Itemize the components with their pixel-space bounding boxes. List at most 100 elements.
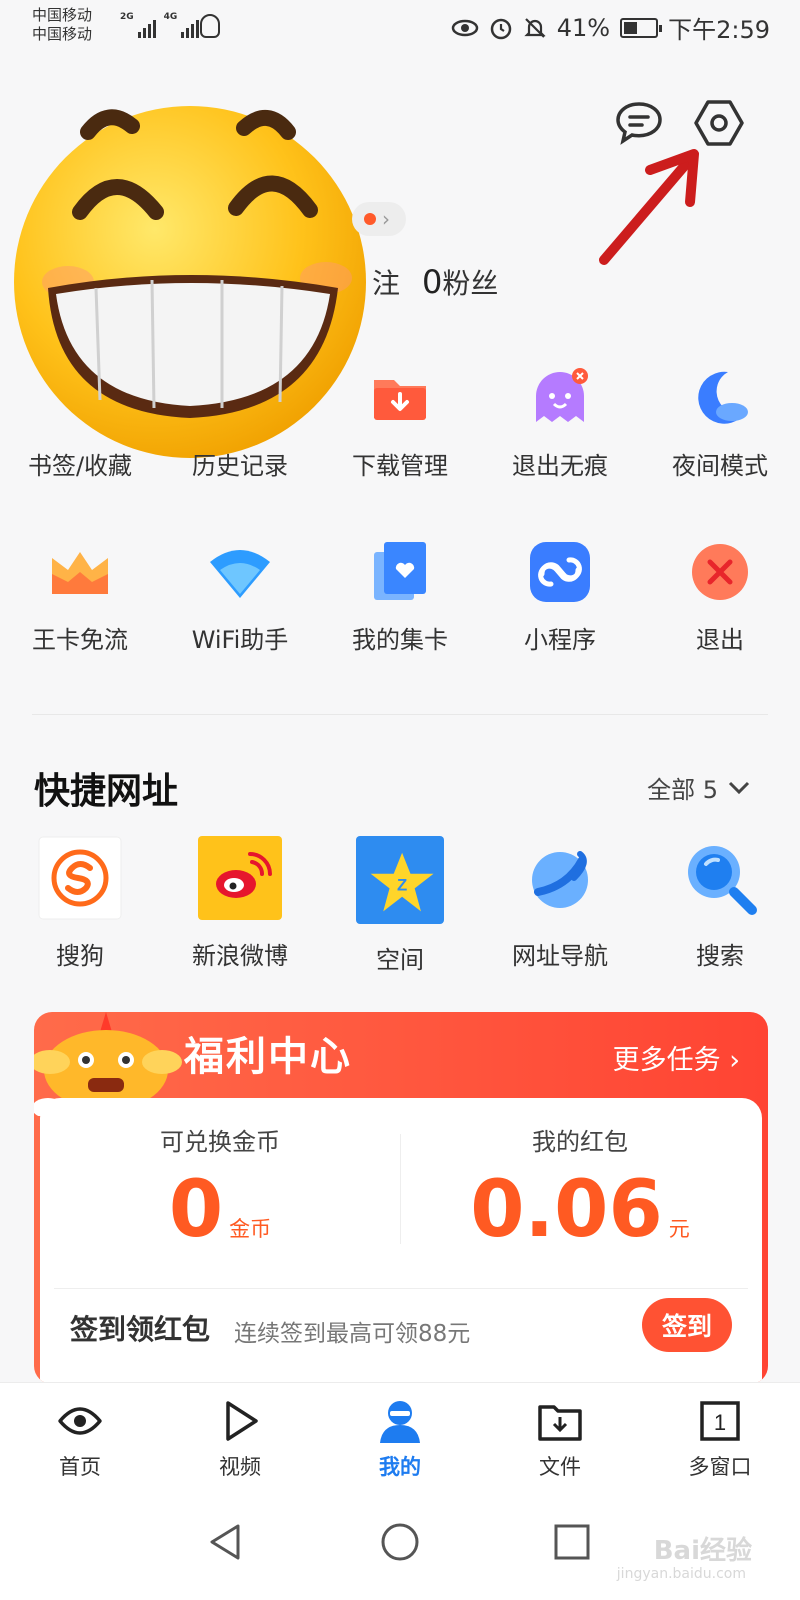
- following-label[interactable]: 注: [372, 262, 400, 302]
- red-packet-value: 0.06: [470, 1165, 663, 1255]
- tab-label: 首页: [59, 1455, 101, 1479]
- quick-links-title: 快捷网址: [34, 771, 179, 812]
- tab-windows[interactable]: 1 多窗口: [640, 1383, 800, 1492]
- tab-label: 文件: [539, 1455, 581, 1479]
- quick-link-label: 新浪微博: [192, 942, 288, 970]
- qq-icon: [200, 14, 220, 38]
- tab-home[interactable]: 首页: [0, 1383, 160, 1492]
- quick-link-nav[interactable]: 网址导航: [480, 836, 640, 975]
- coins-unit: 金币: [229, 1217, 272, 1241]
- quick-links-all-button[interactable]: 全部 5: [647, 770, 750, 805]
- bookmark-icon: [48, 366, 112, 430]
- coins-caption: 可兑换金币: [160, 1128, 280, 1156]
- followers-count: 0: [422, 263, 443, 301]
- grid-item-wifi[interactable]: WiFi助手: [160, 540, 320, 655]
- red-packet-unit: 元: [668, 1217, 690, 1241]
- tools-grid-row-2: 王卡免流 WiFi助手 我的集卡 小程序 退出: [0, 540, 800, 655]
- profile-detail-button[interactable]: ›: [352, 202, 406, 236]
- quick-link-label: 搜索: [696, 942, 744, 970]
- quick-link-sogou[interactable]: 搜狗: [0, 836, 160, 975]
- signal-icon: 2G 4G: [120, 12, 200, 38]
- quick-link-label: 网址导航: [512, 942, 608, 970]
- file-download-icon: [538, 1405, 582, 1441]
- carrier-labels: 中国移动 中国移动: [32, 6, 92, 44]
- grid-item-history[interactable]: 历史记录: [160, 366, 320, 481]
- grid-item-bookmarks[interactable]: 书签/收藏: [0, 366, 160, 481]
- carrier-1: 中国移动: [32, 6, 93, 24]
- search-icon: [688, 846, 757, 915]
- watermark-logo: Bai经验: [653, 1536, 752, 1566]
- welfare-panel: 可兑换金币 0 金币 我的红包 0.06 元 签到领红包 连续签到最高可领88元 签…: [40, 1098, 762, 1384]
- tab-files[interactable]: 文件: [480, 1383, 640, 1492]
- status-right: 41% 下午2:59: [451, 10, 770, 45]
- chevron-right-icon: ›: [382, 207, 390, 231]
- download-folder-icon: [374, 380, 426, 420]
- watermark-url: jingyan.baidu.com: [616, 1566, 746, 1582]
- windows-icon: 1: [700, 1401, 740, 1441]
- sign-in-title: 签到领红包: [70, 1313, 211, 1346]
- quick-link-label: 空间: [376, 946, 424, 974]
- followers-label: 粉丝: [442, 267, 499, 300]
- grid-item-label: 小程序: [524, 626, 596, 654]
- grid-item-label: 王卡免流: [32, 626, 128, 654]
- battery-icon: [620, 17, 663, 38]
- grid-item-label: WiFi助手: [191, 626, 289, 654]
- battery-percent: 41%: [556, 13, 611, 42]
- planet-icon: [532, 851, 588, 908]
- moon-icon: [698, 371, 748, 424]
- sign-in-subtitle: 连续签到最高可领88元: [234, 1321, 471, 1347]
- home-icon[interactable]: [380, 1522, 420, 1562]
- eye-comfort-icon: [451, 19, 478, 36]
- more-tasks-link[interactable]: 更多任务 ›: [613, 1038, 740, 1077]
- quick-link-search[interactable]: 搜索: [640, 836, 800, 975]
- tools-grid-row-1: 书签/收藏 历史记录 下载管理 退出无痕 夜间模式: [0, 366, 800, 481]
- mute-bell-icon: [524, 17, 546, 38]
- back-icon[interactable]: [206, 1522, 246, 1562]
- recents-icon[interactable]: [552, 1522, 592, 1562]
- grid-item-label: 我的集卡: [352, 626, 448, 654]
- quick-links-all-label: 全部 5: [647, 776, 718, 804]
- red-packet-caption: 我的红包: [532, 1128, 628, 1156]
- tab-label: 多窗口: [688, 1455, 752, 1479]
- followers-stat[interactable]: 0粉丝: [422, 262, 498, 302]
- tab-label: 我的: [379, 1455, 421, 1479]
- coins-block[interactable]: 可兑换金币 0 金币: [40, 1122, 400, 1272]
- annotation-arrow-icon: [599, 149, 699, 265]
- grid-item-label: 退出: [696, 626, 744, 654]
- play-icon: [226, 1401, 258, 1441]
- quick-link-weibo[interactable]: 新浪微博: [160, 836, 320, 975]
- sogou-icon: [38, 836, 122, 920]
- tab-label: 视频: [219, 1455, 261, 1479]
- grid-item-label: 下载管理: [352, 452, 448, 480]
- grid-item-king-card[interactable]: 王卡免流: [0, 540, 160, 655]
- crown-icon: [52, 552, 108, 594]
- quick-link-label: 搜狗: [56, 942, 104, 970]
- carrier-2: 中国移动: [32, 25, 93, 43]
- grid-item-exit[interactable]: 退出: [640, 540, 800, 655]
- tab-video[interactable]: 视频: [160, 1383, 320, 1492]
- grid-item-downloads[interactable]: 下载管理: [320, 366, 480, 481]
- notification-dot: [364, 213, 376, 225]
- sign-in-button[interactable]: 签到: [642, 1298, 732, 1352]
- status-bar: 中国移动 中国移动 2G 4G 41% 下午2:59: [0, 0, 800, 56]
- grid-item-label: 夜间模式: [672, 452, 768, 480]
- grid-item-exit-incognito[interactable]: 退出无痕: [480, 366, 640, 481]
- red-packet-block[interactable]: 我的红包 0.06 元: [400, 1122, 760, 1272]
- quick-link-qzone[interactable]: Z 空间: [320, 836, 480, 975]
- tab-mine[interactable]: 我的: [320, 1383, 480, 1492]
- history-icon: [208, 366, 272, 430]
- eye-icon: [58, 1407, 102, 1435]
- grid-item-label: 退出无痕: [512, 452, 608, 480]
- alarm-icon: [490, 18, 511, 39]
- qzone-icon: Z: [356, 836, 444, 924]
- ghost-icon: [536, 368, 588, 422]
- network-type-2: 4G: [163, 12, 178, 22]
- grid-item-card-collection[interactable]: 我的集卡: [320, 540, 480, 655]
- grid-item-label: 历史记录: [192, 452, 288, 480]
- quick-links-row: 搜狗 新浪微博 Z 空间 网址导航 搜索: [0, 836, 800, 975]
- grid-item-mini-programs[interactable]: 小程序: [480, 540, 640, 655]
- grid-item-night-mode[interactable]: 夜间模式: [640, 366, 800, 481]
- clock: 下午2:59: [668, 16, 770, 44]
- bottom-nav: 首页 视频 我的 文件 1 多窗口: [0, 1382, 800, 1492]
- section-divider: [32, 714, 768, 715]
